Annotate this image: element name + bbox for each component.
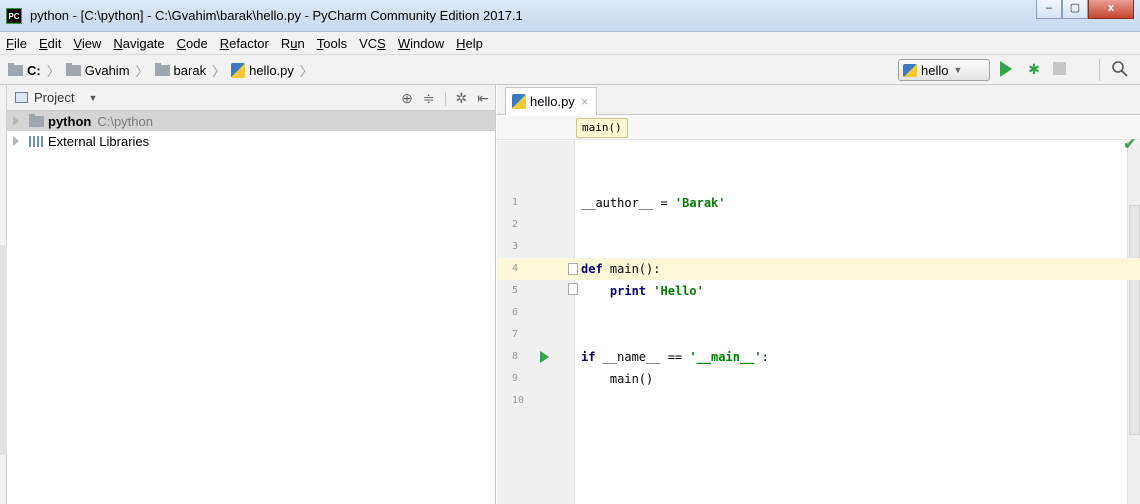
project-header: Project ▼ ⊕ ≑ ✲ ⇤ xyxy=(7,85,495,111)
menu-navigate[interactable]: Navigate xyxy=(113,36,164,51)
code-line: 1 __author__ = 'Barak' xyxy=(497,192,1140,214)
menu-run[interactable]: Run xyxy=(281,36,305,51)
function-breadcrumb[interactable]: main() xyxy=(576,118,628,138)
collapse-all-icon[interactable]: ≑ xyxy=(423,90,435,107)
python-file-icon xyxy=(903,63,917,77)
project-icon xyxy=(15,92,28,103)
chevron-right-icon: 〉 xyxy=(212,64,226,79)
run-gutter-icon[interactable] xyxy=(540,351,549,363)
crumb-barak[interactable]: barak xyxy=(154,63,206,78)
menu-edit[interactable]: Edit xyxy=(39,36,61,51)
run-configuration-selector[interactable]: hello ▼ xyxy=(898,59,990,81)
menu-window[interactable]: Window xyxy=(398,36,444,51)
code-line: 10 xyxy=(512,395,525,406)
menu-file[interactable]: File xyxy=(6,36,27,51)
menu-refactor[interactable]: Refactor xyxy=(220,36,269,51)
breadcrumb: C: 〉 Gvahim 〉 barak 〉 hello.py 〉 xyxy=(8,61,319,80)
folder-icon xyxy=(65,63,81,76)
stop-icon[interactable] xyxy=(1053,62,1066,75)
crumb-hello-py[interactable]: hello.py xyxy=(231,63,294,78)
title-bar: PC python - [C:\python] - C:\Gvahim\bara… xyxy=(0,0,1140,32)
run-icon[interactable] xyxy=(1000,61,1012,77)
code-text: __author__ = 'Barak' xyxy=(581,196,726,210)
maximize-button[interactable]: ▢ xyxy=(1062,0,1088,19)
search-icon[interactable] xyxy=(1111,60,1131,80)
minimize-button[interactable]: ‒ xyxy=(1036,0,1062,19)
close-tab-icon[interactable]: × xyxy=(581,94,589,109)
code-line: 8 if __name__ == '__main__': xyxy=(497,346,1140,368)
code-text: main() xyxy=(581,372,654,386)
inspection-ok-icon[interactable]: ✔ xyxy=(1123,135,1136,153)
code-text: if __name__ == '__main__': xyxy=(581,350,769,364)
debug-icon[interactable]: ✱ xyxy=(1026,61,1042,77)
expand-arrow-icon[interactable] xyxy=(13,116,19,126)
project-view-selector[interactable]: Project ▼ xyxy=(15,90,97,105)
expand-arrow-icon[interactable] xyxy=(13,136,19,146)
code-line: 7 xyxy=(512,329,519,340)
window-controls: ‒ ▢ x xyxy=(1036,0,1134,20)
window-title: python - [C:\python] - C:\Gvahim\barak\h… xyxy=(30,8,523,23)
tree-item-external-libraries[interactable]: External Libraries xyxy=(7,131,495,151)
left-tool-strip xyxy=(0,85,7,504)
code-text: print 'Hello' xyxy=(609,284,704,298)
tool-strip-handle[interactable] xyxy=(0,245,7,455)
code-line: 2 xyxy=(512,219,519,230)
editor-tab-bar: hello.py × xyxy=(497,85,1140,115)
tree-item-python[interactable]: python C:\python xyxy=(7,111,495,131)
crumb-gvahim[interactable]: Gvahim xyxy=(65,63,130,78)
folder-icon xyxy=(154,63,170,76)
chevron-right-icon: 〉 xyxy=(46,64,60,79)
close-button[interactable]: x xyxy=(1088,0,1134,19)
pycharm-app-icon: PC xyxy=(6,8,22,24)
crumb-drive[interactable]: C: xyxy=(8,63,41,78)
gear-icon[interactable]: ✲ xyxy=(456,90,468,107)
menu-vcs[interactable]: VCS xyxy=(359,36,386,51)
folder-icon xyxy=(8,63,23,76)
menu-view[interactable]: View xyxy=(73,36,101,51)
code-line: 3 xyxy=(512,241,519,252)
code-line: 9 main() xyxy=(497,368,1140,390)
tab-hello-py[interactable]: hello.py × xyxy=(505,87,598,115)
menu-help[interactable]: Help xyxy=(456,36,483,51)
code-line: 5 print 'Hello' xyxy=(497,280,1140,302)
project-tool-window: Project ▼ ⊕ ≑ ✲ ⇤ python C:\python Exter… xyxy=(7,85,496,504)
chevron-down-icon: ▼ xyxy=(953,65,963,75)
project-toolbar: ⊕ ≑ ✲ ⇤ xyxy=(391,90,489,107)
fold-end-icon[interactable] xyxy=(568,283,578,295)
library-icon xyxy=(29,135,43,147)
code-text: def main(): xyxy=(581,262,661,276)
current-code-line: 4 def main(): xyxy=(497,258,1140,280)
menu-code[interactable]: Code xyxy=(177,36,208,51)
editor: hello.py × main() ✔ 1 __author__ = 'Bara… xyxy=(497,85,1140,504)
fold-icon[interactable] xyxy=(568,263,578,275)
python-file-icon xyxy=(512,94,526,109)
navigation-bar: C: 〉 Gvahim 〉 barak 〉 hello.py 〉 hello ▼… xyxy=(0,55,1140,85)
chevron-right-icon: 〉 xyxy=(299,64,313,79)
toolbar-divider xyxy=(1099,59,1100,81)
python-file-icon xyxy=(231,63,246,78)
menu-tools[interactable]: Tools xyxy=(317,36,347,51)
editor-breadcrumb-bar: main() xyxy=(497,116,1140,140)
scroll-from-source-icon[interactable]: ⊕ xyxy=(401,90,413,107)
chevron-right-icon: 〉 xyxy=(135,64,149,79)
toolbar-divider xyxy=(444,91,446,106)
chevron-down-icon: ▼ xyxy=(88,92,98,103)
hide-panel-icon[interactable]: ⇤ xyxy=(477,90,489,107)
folder-icon xyxy=(29,113,44,127)
code-line: 6 xyxy=(512,307,519,318)
menu-bar: File Edit View Navigate Code Refactor Ru… xyxy=(0,32,1140,55)
